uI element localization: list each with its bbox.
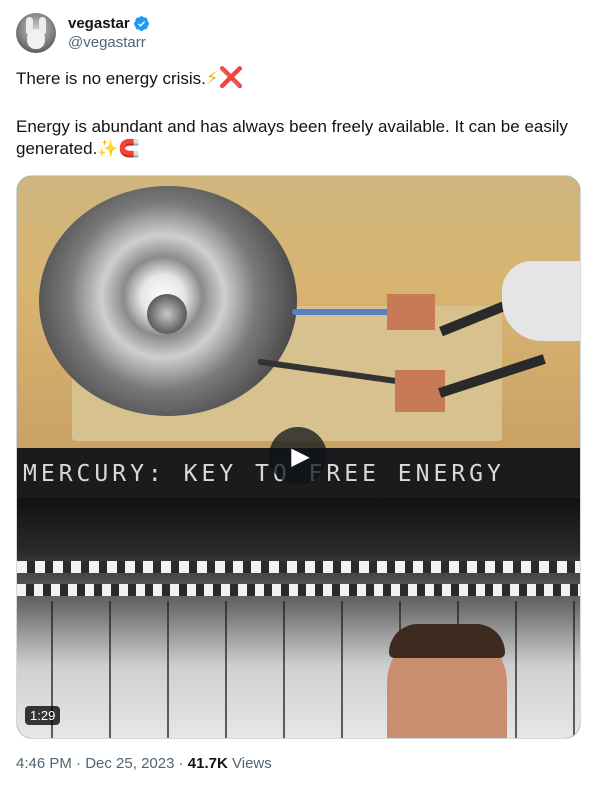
tweet-meta: 4:46 PM · Dec 25, 2023 · 41.7K Views — [16, 754, 272, 774]
copper-clip-bottom — [395, 370, 445, 412]
tweet-time[interactable]: 4:46 PM — [16, 755, 72, 772]
avatar-face — [27, 29, 45, 49]
light-strip-top — [17, 561, 580, 573]
lightning-emoji-icon: ⚡ — [205, 68, 219, 88]
video-duration: 1:29 — [25, 706, 61, 725]
tweet-text-line2: Energy is abundant and has always been f… — [16, 116, 586, 160]
tweet-text-line1-content: There is no energy crisis. — [16, 69, 206, 88]
tweet-text-line1: There is no energy crisis.⚡❌ — [16, 67, 586, 90]
author-names: vegastar @vegastarr — [68, 14, 150, 52]
avatar[interactable] — [16, 13, 56, 53]
meta-separator-2: · — [178, 755, 184, 772]
display-name-row: vegastar — [68, 14, 150, 33]
video-player[interactable]: MERCURY: KEY TO FREE ENERGY ▶ 1:29 — [16, 175, 581, 739]
handle[interactable]: @vegastarr — [68, 33, 150, 52]
copper-clip-top — [387, 294, 435, 330]
gloved-hand — [502, 261, 580, 341]
magnet-emoji-icon: 🧲 — [118, 139, 140, 158]
light-strip-bottom — [17, 584, 580, 596]
tweet-header: vegastar @vegastarr — [16, 12, 150, 54]
play-icon: ▶ — [291, 442, 310, 470]
cross-mark-emoji-icon: ❌ — [218, 67, 244, 89]
verified-badge-icon[interactable] — [133, 15, 150, 32]
blue-wire — [292, 309, 402, 315]
meta-separator: · — [76, 755, 82, 772]
presenter-hair — [389, 624, 505, 658]
play-button[interactable]: ▶ — [269, 427, 327, 485]
tweet-date[interactable]: Dec 25, 2023 — [85, 755, 174, 772]
mercury-vortex — [147, 294, 187, 334]
views-count: 41.7K — [187, 755, 228, 772]
display-name[interactable]: vegastar — [68, 14, 130, 33]
sparkles-emoji-icon: ✨ — [97, 139, 119, 158]
video-frame-top — [17, 176, 580, 452]
views-label: Views — [232, 755, 272, 772]
